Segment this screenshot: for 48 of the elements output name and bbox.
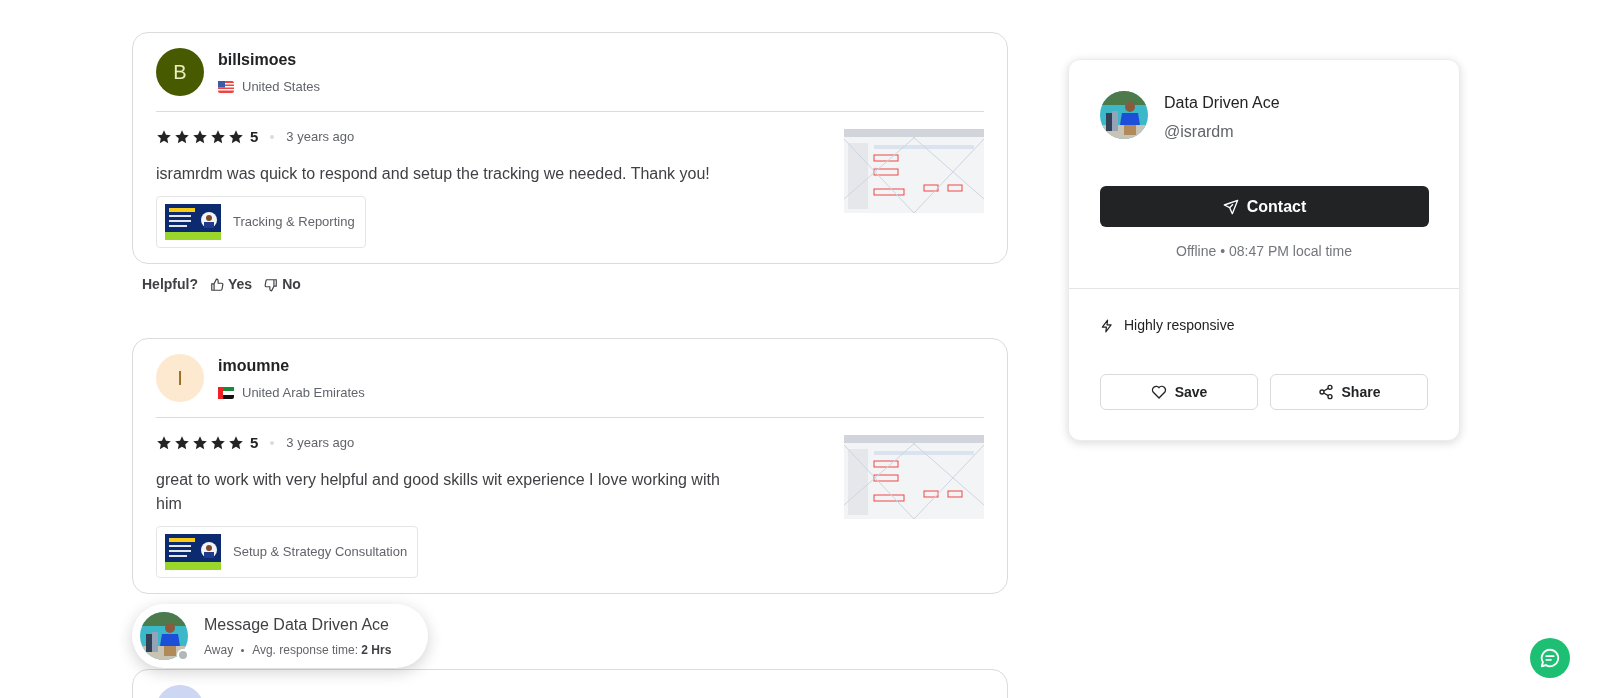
username: billsimoes bbox=[218, 50, 298, 70]
seller-name: Data Driven Ace bbox=[1164, 93, 1280, 113]
star-icon bbox=[192, 434, 208, 451]
review-text: great to work with very helpful and good skills wit experience I love working with him bbox=[156, 470, 721, 514]
share-button[interactable]: Share bbox=[1270, 374, 1428, 410]
rating-value: 5 bbox=[250, 432, 259, 453]
message-title: Message Data Driven Ace bbox=[204, 615, 390, 635]
responsive-label: Highly responsive bbox=[1124, 316, 1235, 335]
user-avatar: I bbox=[156, 354, 204, 402]
yes-button[interactable]: Yes bbox=[210, 274, 253, 295]
thumbs-down-icon bbox=[264, 277, 279, 292]
message-bubble[interactable]: Message Data Driven Ace Away Avg. response time: 2 Hrs bbox=[132, 604, 428, 668]
thumbs-up-icon bbox=[210, 277, 224, 292]
star-icon bbox=[174, 434, 190, 451]
star-icon bbox=[228, 128, 244, 145]
chat-icon bbox=[1539, 647, 1561, 669]
flag-icon bbox=[218, 80, 234, 93]
star-icon bbox=[174, 128, 190, 145]
star-icon bbox=[156, 128, 172, 145]
share-icon bbox=[1317, 384, 1334, 400]
send-icon bbox=[1222, 198, 1239, 215]
away-status: Away bbox=[204, 642, 234, 659]
country-name: United States bbox=[242, 78, 321, 96]
star-icon bbox=[210, 434, 226, 451]
review-date: 3 years ago bbox=[286, 434, 355, 452]
helpful-label: Helpful? bbox=[142, 275, 198, 294]
chat-button[interactable] bbox=[1530, 638, 1570, 678]
country-name: United Arab Emirates bbox=[242, 384, 365, 402]
star-icon bbox=[192, 128, 208, 145]
star-icon bbox=[210, 128, 226, 145]
star-icon bbox=[228, 434, 244, 451]
user-avatar: B bbox=[156, 48, 204, 96]
username: imoumne bbox=[218, 356, 291, 376]
save-button[interactable]: Save bbox=[1100, 374, 1258, 410]
availability-text: Offline • 08:47 PM local time bbox=[1175, 242, 1353, 261]
no-button[interactable]: No bbox=[264, 274, 301, 295]
flag-icon bbox=[218, 386, 234, 399]
review-date: 3 years ago bbox=[286, 128, 355, 146]
heart-icon bbox=[1150, 384, 1167, 400]
rating-value: 5 bbox=[250, 126, 259, 147]
lightning-icon bbox=[1100, 317, 1114, 334]
contact-button[interactable]: Contact bbox=[1100, 186, 1429, 227]
response-time-text: Avg. response time: 2 Hrs bbox=[252, 642, 392, 659]
gig-tag[interactable]: Tracking & Reporting bbox=[156, 196, 366, 248]
gig-tag[interactable]: Setup & Strategy Consultation bbox=[156, 526, 419, 578]
seller-handle: @isrardm bbox=[1164, 122, 1235, 142]
review-text: isramrdm was quick to respond and setup the tracking we needed. Thank you! bbox=[156, 164, 711, 184]
star-icon bbox=[156, 434, 172, 451]
